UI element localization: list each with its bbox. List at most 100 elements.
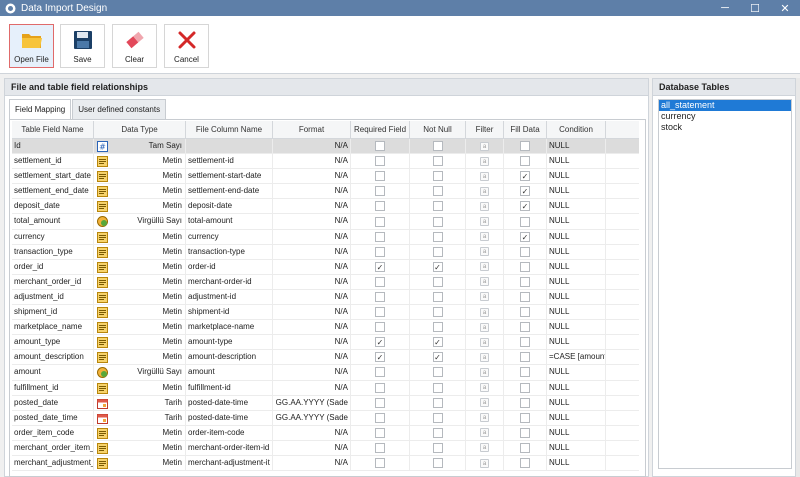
tab-field-mapping[interactable]: Field Mapping [9,99,72,120]
cell-field-name[interactable]: marketplace_name [12,320,94,335]
required-checkbox[interactable] [375,382,385,393]
cell-data-type[interactable]: # Tam Sayı [94,139,186,154]
cell-format[interactable]: N/A [273,425,351,440]
not-null-checkbox[interactable] [432,382,443,393]
cell-field-name[interactable]: order_id [12,259,94,274]
fill-data-checkbox[interactable] [520,412,530,423]
cell-data-type[interactable]: Metin [94,289,186,305]
cell-file-column[interactable]: posted-date-time [186,410,273,425]
cell-field-name[interactable]: amount_type [12,335,94,350]
filter-icon[interactable]: a [480,443,489,453]
fill-data-checkbox[interactable] [520,156,530,167]
fill-data-checkbox[interactable] [520,291,530,302]
header-required-field[interactable]: Required Field [351,121,410,138]
table-row[interactable]: merchant_order_item_ Metin merchant-order-… [12,440,639,456]
required-checkbox[interactable] [375,367,385,378]
table-row[interactable]: amount Virgüllü Sayı amount N/A a NULL [12,365,639,381]
cell-file-column[interactable]: shipment-id [186,305,273,320]
table-row[interactable]: order_item_code Metin order-item-code N/A a N… [12,425,639,441]
fill-data-checkbox[interactable] [520,352,530,363]
not-null-checkbox[interactable] [432,156,443,167]
cell-file-column[interactable] [186,139,273,154]
cell-data-type[interactable]: Metin [94,425,186,440]
table-row[interactable]: currency Metin currency N/A a ✓ NULL [12,229,639,245]
cell-file-column[interactable]: deposit-date [186,199,273,214]
cell-field-name[interactable]: order_item_code [12,425,94,440]
cell-file-column[interactable]: order-item-code [186,425,273,440]
required-checkbox[interactable] [375,322,385,333]
cell-format[interactable]: N/A [273,335,351,350]
cell-condition[interactable]: NULL [547,169,606,184]
cell-data-type[interactable]: Metin [94,274,186,289]
cell-file-column[interactable]: order-id [186,259,273,274]
required-checkbox[interactable] [375,171,385,182]
table-row[interactable]: amount_type Metin amount-type N/A ✓ ✓ a NULL [12,335,639,351]
table-row[interactable]: settlement_end_date Metin settlement-end-d… [12,184,639,200]
required-checkbox[interactable] [375,307,385,318]
db-table-item[interactable]: currency [659,111,791,122]
not-null-checkbox[interactable] [432,367,443,378]
table-row[interactable]: order_id Metin order-id N/A ✓ ✓ a NULL [12,259,639,275]
cell-field-name[interactable]: shipment_id [12,305,94,320]
cell-format[interactable]: N/A [273,214,351,229]
cell-format[interactable]: N/A [273,455,351,471]
cell-file-column[interactable]: total-amount [186,214,273,229]
cell-data-type[interactable]: Metin [94,199,186,214]
cell-condition[interactable]: NULL [547,184,606,199]
filter-icon[interactable]: a [480,428,489,438]
required-checkbox[interactable] [375,186,385,197]
cell-data-type[interactable]: Metin [94,244,186,259]
cell-field-name[interactable]: amount_description [12,350,94,365]
cell-format[interactable]: N/A [273,259,351,274]
filter-icon[interactable]: a [480,352,489,362]
minimize-button[interactable]: ─ [710,0,740,16]
filter-icon[interactable]: a [480,201,489,211]
cancel-button[interactable]: Cancel [164,24,209,68]
cell-format[interactable]: N/A [273,440,351,455]
cell-condition[interactable]: NULL [547,259,606,274]
cell-data-type[interactable]: Metin [94,169,186,184]
cell-format[interactable]: GG.AA.YYYY (Sade [273,395,351,410]
cell-format[interactable]: N/A [273,184,351,199]
cell-condition[interactable]: NULL [547,305,606,320]
cell-condition[interactable]: NULL [547,455,606,471]
required-checkbox[interactable] [375,216,385,227]
cell-data-type[interactable]: Metin [94,259,186,274]
filter-icon[interactable]: a [480,367,489,377]
cell-format[interactable]: N/A [273,320,351,335]
header-filter[interactable]: Filter [466,121,504,138]
cell-condition[interactable]: NULL [547,365,606,380]
table-row[interactable]: transaction_type Metin transaction-type N/A… [12,244,639,260]
cell-data-type[interactable]: Metin [94,335,186,350]
cell-format[interactable]: N/A [273,169,351,184]
filter-icon[interactable]: a [480,398,489,408]
cell-field-name[interactable]: posted_date [12,395,94,410]
required-checkbox[interactable] [375,246,385,257]
table-row[interactable]: settlement_start_date Metin settlement-sta… [12,169,639,185]
table-row[interactable]: merchant_order_id Metin merchant-order-id N… [12,274,639,290]
header-file-column-name[interactable]: File Column Name [186,121,273,138]
fill-data-checkbox[interactable] [520,427,530,438]
cell-data-type[interactable]: Metin [94,455,186,471]
filter-icon[interactable]: a [480,171,489,181]
db-table-item[interactable]: all_statement [659,100,791,111]
fill-data-checkbox[interactable] [520,276,530,287]
filter-icon[interactable]: a [480,292,489,302]
cell-data-type[interactable]: Metin [94,440,186,455]
fill-data-checkbox[interactable] [520,397,530,408]
open-file-button[interactable]: Open File [9,24,54,68]
table-row[interactable]: posted_date_time Tarih posted-date-time GG.… [12,410,639,426]
cell-format[interactable]: GG.AA.YYYY (Sade [273,410,351,425]
cell-file-column[interactable]: settlement-start-date [186,169,273,184]
cell-condition[interactable]: NULL [547,425,606,440]
header-fill-data[interactable]: Fill Data [504,121,547,138]
table-row[interactable]: merchant_adjustment_ Metin merchant-adjust… [12,455,639,472]
cell-field-name[interactable]: currency [12,229,94,244]
not-null-checkbox[interactable]: ✓ [432,352,443,363]
cell-format[interactable]: N/A [273,289,351,305]
cell-field-name[interactable]: adjustment_id [12,289,94,305]
table-row[interactable]: deposit_date Metin deposit-date N/A a ✓ NULL [12,199,639,215]
not-null-checkbox[interactable] [432,171,443,182]
required-checkbox[interactable]: ✓ [375,352,385,363]
filter-icon[interactable]: a [480,186,489,196]
